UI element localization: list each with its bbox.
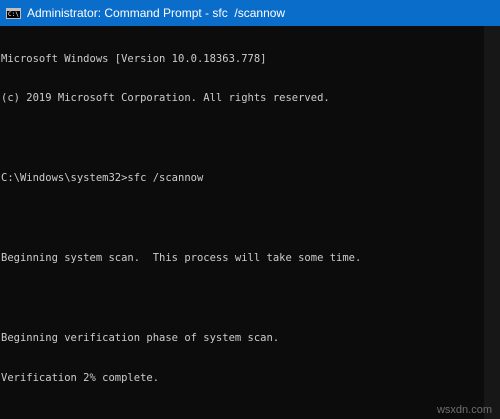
window-title: Administrator: Command Prompt - sfc /sca…: [27, 6, 286, 20]
cmd-icon[interactable]: C:\: [6, 7, 21, 19]
console-line: Beginning verification phase of system s…: [1, 331, 280, 344]
vertical-scrollbar[interactable]: [484, 26, 500, 419]
console-line: Microsoft Windows [Version 10.0.18363.77…: [1, 52, 267, 65]
console-line: Beginning system scan. This process will…: [1, 252, 362, 265]
console-line: (c) 2019 Microsoft Corporation. All righ…: [1, 92, 330, 105]
watermark: wsxdn.com: [436, 404, 492, 416]
title-bar[interactable]: C:\ Administrator: Command Prompt - sfc …: [0, 0, 500, 26]
command-prompt-window: C:\ Administrator: Command Prompt - sfc …: [0, 0, 500, 419]
console-line: C:\Windows\system32>sfc /scannow: [1, 172, 204, 185]
console-output[interactable]: Microsoft Windows [Version 10.0.18363.77…: [0, 26, 484, 419]
console-line: Verification 2% complete.: [1, 371, 160, 384]
